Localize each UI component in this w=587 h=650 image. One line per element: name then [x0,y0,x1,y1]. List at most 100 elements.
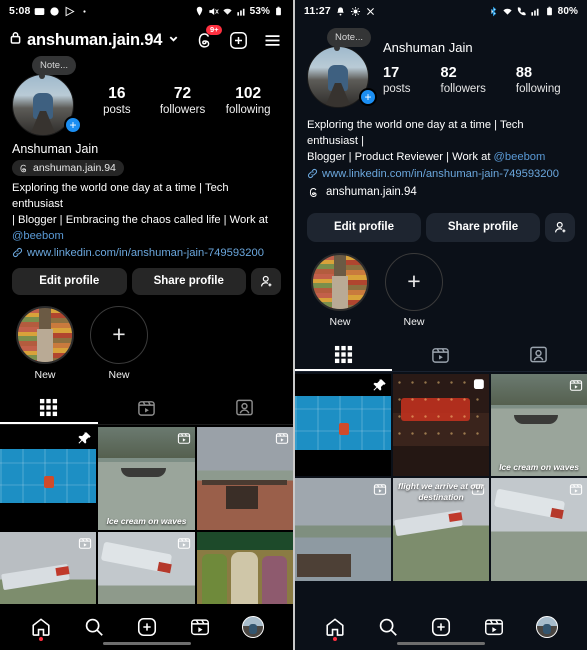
bio-mention[interactable]: @beebom [12,230,64,242]
nav-reels[interactable] [467,612,520,642]
create-icon [137,617,156,637]
post-grid-cell[interactable]: Ice cream on waves [98,426,195,530]
bio-line-1: Exploring the world one day at a time | … [12,182,229,210]
add-story-plus-icon[interactable]: + [359,88,377,106]
add-highlight-item[interactable]: + New [385,252,443,328]
note-bubble[interactable]: Note... [32,56,76,79]
profile-link-row[interactable]: www.linkedin.com/in/anshuman-jain-749593… [12,247,281,259]
bio-mention[interactable]: @beebom [494,151,546,163]
highlight-item[interactable]: New [311,252,369,328]
add-person-button[interactable] [545,212,575,242]
add-highlight-circle[interactable]: + [90,305,148,364]
plus-icon: + [407,268,421,295]
link-icon [12,248,23,258]
stat-posts[interactable]: 16 posts [84,84,150,118]
display-name: Anshuman Jain [12,142,99,156]
highlight-item[interactable]: New [16,305,74,381]
hamburger-menu-icon[interactable] [262,30,283,51]
threads-icon [20,164,27,172]
nav-reels[interactable] [173,612,226,642]
location-icon [194,6,205,17]
stat-followers[interactable]: 72 followers [150,84,216,118]
threads-handle-row[interactable]: anshuman.jain.94 [307,186,575,199]
gesture-bar [397,641,485,645]
signal-icon [236,6,247,17]
nav-create[interactable] [120,612,173,642]
highlight-thumbnail[interactable] [16,305,74,364]
tab-tagged[interactable] [490,340,587,369]
tab-reels[interactable] [392,340,489,369]
highlight-thumbnail[interactable] [311,252,369,311]
bio-text: Exploring the world one day at a time | … [12,181,281,245]
threads-icon[interactable]: 9+ [194,24,222,51]
edit-profile-button[interactable]: Edit profile [307,212,421,242]
reels-icon [373,482,387,501]
right-post-grid: Ice cream on waves flight we arrive at ou… [295,373,587,582]
right-bio: Exploring the world one day at a time | … [295,108,587,199]
post-grid-cell[interactable] [491,478,587,582]
tab-reels[interactable] [98,393,196,422]
nav-home[interactable] [14,612,67,642]
left-bottom-nav [0,604,293,650]
left-profile-tabs [0,393,293,422]
tab-grid[interactable] [295,340,392,369]
post-grid-cell[interactable] [196,426,293,530]
link-icon [307,169,318,179]
chevron-down-icon[interactable] [168,31,179,49]
avatar-wrap[interactable]: Note... + [12,56,84,136]
username-title[interactable]: anshuman.jain.94 [27,31,162,50]
following-label: following [225,104,271,117]
avatar-wrap[interactable]: Note... + [307,28,379,108]
add-person-button[interactable] [251,267,281,295]
active-tab-underline [0,421,98,424]
battery-percent: 53% [249,5,270,17]
profile-avatar-icon[interactable] [241,616,264,638]
profile-link-row[interactable]: www.linkedin.com/in/anshuman-jain-749593… [307,168,575,180]
add-person-icon [260,275,271,287]
reels-icon [484,619,503,636]
close-icon [365,6,376,17]
post-grid-cell[interactable]: Ice cream on waves [491,373,587,477]
profile-link[interactable]: www.linkedin.com/in/anshuman-jain-749593… [322,168,559,180]
edit-profile-button[interactable]: Edit profile [12,267,127,295]
nav-home[interactable] [309,612,362,642]
stat-following[interactable]: 88 following [516,64,561,97]
stat-following[interactable]: 102 following [215,84,281,118]
post-grid-cell[interactable] [393,373,489,477]
post-grid-cell[interactable]: flight we arrive at our destination [393,478,489,582]
profile-link[interactable]: www.linkedin.com/in/anshuman-jain-749593… [27,247,264,259]
following-count: 88 [515,65,533,81]
status-time: 5:08 [9,5,31,17]
left-profile-row: Note... + 16 posts 72 followers 102 foll… [0,56,293,136]
nav-profile[interactable] [520,612,573,642]
nav-create[interactable] [415,612,468,642]
threads-handle-chip[interactable]: anshuman.jain.94 [12,160,124,176]
share-profile-button[interactable]: Share profile [426,212,540,242]
profile-avatar-icon[interactable] [535,616,558,638]
add-story-plus-icon[interactable]: + [64,116,82,134]
post-grid-cell[interactable] [295,373,391,477]
dual-phone-comparison: 5:08 53% anshuman.jain.94 9+ Note... + 1… [0,0,587,650]
bio-line-1: Exploring the world one day at a time | … [307,119,524,147]
plus-square-icon[interactable] [228,30,249,51]
stat-followers[interactable]: 82 followers [441,64,486,97]
posts-count: 17 [383,65,400,81]
post-grid-cell[interactable] [295,478,391,582]
nav-search[interactable] [67,612,120,642]
nav-search[interactable] [362,612,415,642]
grid-icon [335,345,353,363]
right-tabs-wrap [295,340,587,372]
add-highlight-circle[interactable]: + [385,252,443,311]
left-bio: Anshuman Jain anshuman.jain.94 Exploring… [0,136,293,259]
create-icon [431,617,451,637]
stat-posts[interactable]: 17 posts [383,64,411,97]
tab-tagged[interactable] [195,393,293,422]
share-profile-button[interactable]: Share profile [131,267,246,295]
note-bubble[interactable]: Note... [327,28,371,51]
tab-grid[interactable] [0,393,98,422]
nav-profile[interactable] [226,612,279,642]
post-grid-cell[interactable] [0,426,97,530]
add-highlight-item[interactable]: + New [90,305,148,381]
right-status-bar: 11:27 80% [295,0,587,22]
bell-icon [335,6,346,17]
